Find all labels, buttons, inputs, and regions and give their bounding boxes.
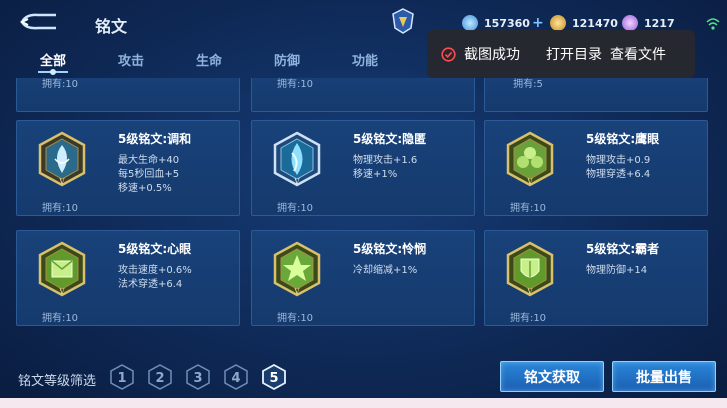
rune-name: 5级铭文:怜悯 [353,242,427,256]
open-folder-link[interactable]: 打开目录 [546,44,602,64]
level-2-filter[interactable]: 2 [148,364,172,390]
owned-count: 拥有:10 [276,79,314,90]
bottom-strip [0,398,727,408]
rune-name: 5级铭文:鹰眼 [586,132,660,146]
svg-text:V: V [58,178,65,186]
svg-text:V: V [58,288,65,296]
tab-health[interactable]: 生命 [179,50,239,69]
rank-emblem-icon[interactable] [392,8,414,34]
owned-count: 拥有:10 [276,313,314,324]
rune-card-xinyan[interactable]: V 拥有:10 5级铭文:心眼 攻击速度+0.6% 法术穿透+6.4 [16,230,240,326]
gold-value: 121470 [572,16,618,30]
level-1-filter[interactable]: 1 [110,364,134,390]
level-number: 3 [193,371,202,386]
level-filter-label: 铭文等级筛选 [18,374,97,389]
rune-attr: 物理攻击+0.9 [586,155,651,166]
rune-acquire-button[interactable]: 铭文获取 [500,361,604,392]
diamond-value: 157360 [484,16,530,30]
rune-card[interactable]: 拥有:10 [16,78,240,112]
svg-text:V: V [293,288,300,296]
gem-value: 1217 [644,16,675,30]
rune-card[interactable]: 拥有:5 [484,78,708,112]
category-tabs: 全部 攻击 生命 防御 功能 [0,46,420,76]
rune-bazhe-icon: V [506,241,554,297]
svg-text:V: V [526,178,533,186]
add-diamond-icon[interactable]: + [532,15,544,31]
tab-attack[interactable]: 攻击 [101,50,161,69]
level-number: 5 [269,371,278,386]
owned-count: 拥有:10 [41,203,79,214]
svg-text:V: V [526,288,533,296]
rune-attr: 攻击速度+0.6% [118,265,192,276]
owned-count: 拥有:5 [513,79,543,90]
rune-attr: 最大生命+40 [118,155,180,166]
rune-card-lianmin[interactable]: V 拥有:10 5级铭文:怜悯 冷却缩减+1% [251,230,475,326]
rune-name: 5级铭文:霸者 [586,242,660,256]
rune-attr: 物理攻击+1.6 [353,155,418,166]
gold-coin-icon [550,15,566,31]
rune-grid: 拥有:10 拥有:10 拥有:5 V 拥有:10 5级铭文:调和 最大生命+40… [0,78,727,348]
tab-function[interactable]: 功能 [335,50,395,69]
diamond-icon [462,15,478,31]
tab-defense[interactable]: 防御 [257,50,317,69]
batch-sell-button[interactable]: 批量出售 [612,361,716,392]
tab-all[interactable]: 全部 [23,50,83,69]
rune-name: 5级铭文:心眼 [118,242,192,256]
rune-screen: 铭文 157360 + 121470 1217 全部 攻击 生命 防御 功能 拥… [0,0,727,398]
rune-card[interactable]: 拥有:10 [251,78,475,112]
rune-name: 5级铭文:调和 [118,132,192,146]
rune-attr: 冷却缩减+1% [353,265,418,276]
rune-attr: 每5秒回血+5 [118,169,180,180]
owned-count: 拥有:10 [276,203,314,214]
level-4-filter[interactable]: 4 [224,364,248,390]
rune-card-bazhe[interactable]: V 拥有:10 5级铭文:霸者 物理防御+14 [484,230,708,326]
rune-card-yinni[interactable]: V 拥有:10 5级铭文:隐匿 物理攻击+1.6 移速+1% [251,120,475,216]
level-3-filter[interactable]: 3 [186,364,210,390]
rune-attr: 物理防御+14 [586,265,648,276]
owned-count: 拥有:10 [509,203,547,214]
screenshot-toast: 截图成功 打开目录 查看文件 [427,30,695,78]
level-number: 2 [155,371,164,386]
rune-lianmin-icon: V [273,241,321,297]
rune-yinni-icon: V [273,131,321,187]
rune-attr: 移速+1% [353,169,398,180]
rune-card-yingyan[interactable]: V 拥有:10 5级铭文:鹰眼 物理攻击+0.9 物理穿透+6.4 [484,120,708,216]
level-number: 4 [231,371,240,386]
toast-message: 截图成功 [464,47,520,63]
svg-text:V: V [293,178,300,186]
level-number: 1 [117,371,126,386]
owned-count: 拥有:10 [41,313,79,324]
purple-gem-icon [622,15,638,31]
rune-card-tiaohe[interactable]: V 拥有:10 5级铭文:调和 最大生命+40 每5秒回血+5 移速+0.5% [16,120,240,216]
rune-name: 5级铭文:隐匿 [353,132,427,146]
owned-count: 拥有:10 [41,79,79,90]
rune-yingyan-icon: V [506,131,554,187]
rune-tiaohe-icon: V [38,131,86,187]
view-file-link[interactable]: 查看文件 [610,44,666,64]
rune-attr: 法术穿透+6.4 [118,279,183,290]
check-circle-icon [441,46,456,62]
back-arrow-icon[interactable] [18,12,60,32]
rune-xinyan-icon: V [38,241,86,297]
level-5-filter[interactable]: 5 [262,364,286,390]
rune-attr: 移速+0.5% [118,183,172,194]
page-title: 铭文 [95,17,128,36]
rune-attr: 物理穿透+6.4 [586,169,651,180]
active-tab-dot [50,69,56,75]
owned-count: 拥有:10 [509,313,547,324]
wifi-icon [706,18,720,30]
